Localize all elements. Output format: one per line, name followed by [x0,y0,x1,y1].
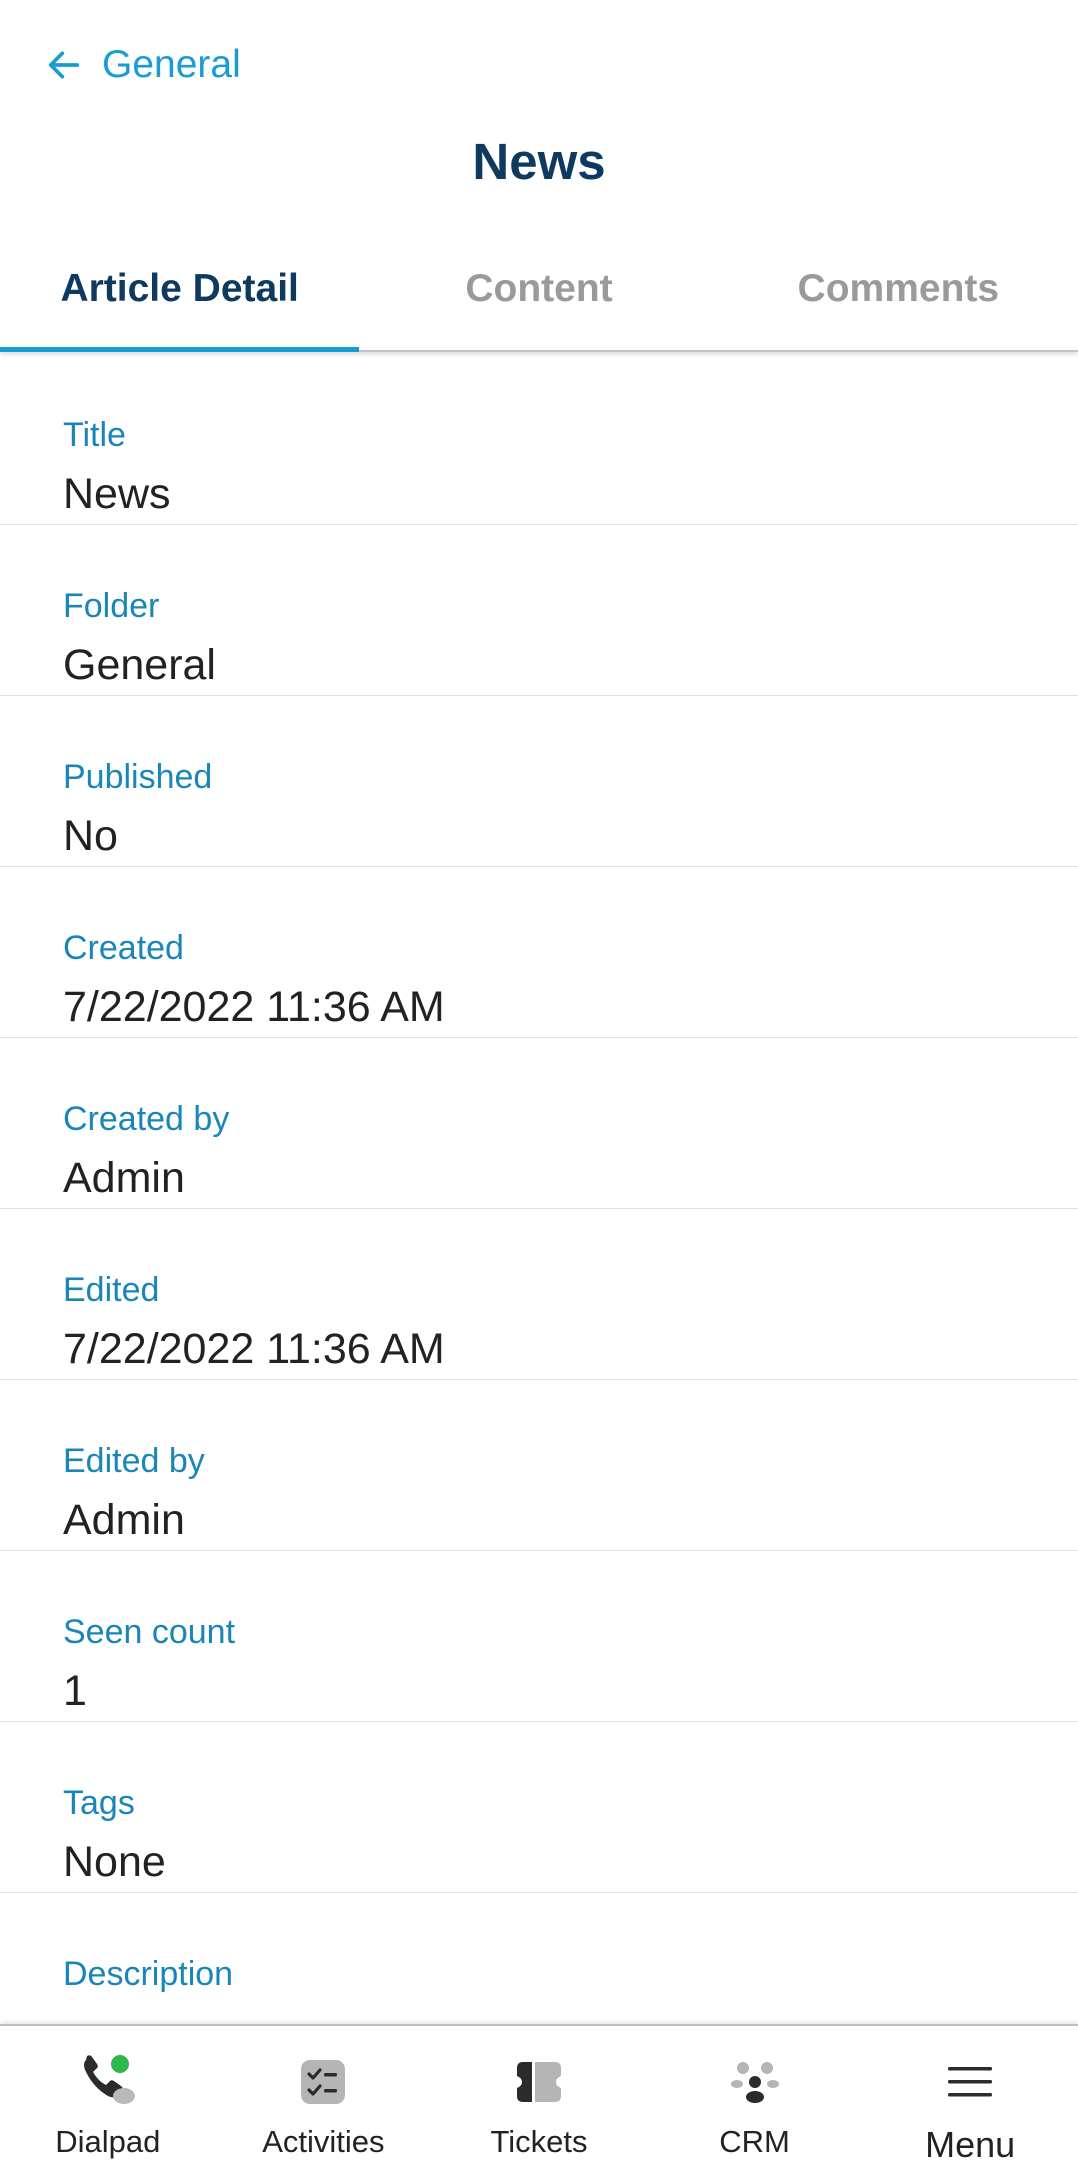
nav-activities[interactable]: Activities [216,2026,432,2169]
bottom-navigation: Dialpad Activities Tickets CRM Menu [0,2024,1078,2169]
back-button[interactable]: General [44,38,241,92]
field-created: Created 7/22/2022 11:36 AM [0,867,1078,1038]
nav-label: Dialpad [55,2124,161,2159]
nav-label: Tickets [490,2124,588,2159]
field-value: Admin [63,1154,185,1202]
nav-label: Activities [262,2124,385,2159]
field-label: Created by [63,1100,230,1138]
field-tags: Tags None [0,1722,1078,1893]
nav-menu[interactable]: Menu [862,2026,1078,2169]
nav-label: CRM [719,2124,790,2159]
hamburger-menu-icon [938,2050,1002,2114]
activities-checklist-icon [291,2050,355,2114]
field-published: Published No [0,696,1078,867]
field-value: 1 [63,1667,87,1715]
back-label: General [102,43,241,86]
field-label: Description [63,1955,234,1993]
nav-label: Menu [925,2124,1016,2165]
field-seen-count: Seen count 1 [0,1551,1078,1722]
field-value: 7/22/2022 11:36 AM [63,983,445,1031]
field-label: Title [63,416,126,454]
field-label: Edited by [63,1442,205,1480]
field-value: General [63,641,216,689]
field-label: Published [63,758,213,796]
field-label: Folder [63,587,160,625]
field-value: None [63,1838,166,1886]
field-value: 7/22/2022 11:36 AM [63,1325,445,1373]
field-list: Title News Folder General Published No C… [0,354,1078,2064]
tab-comments[interactable]: Comments [719,240,1078,350]
field-value: News [63,470,171,518]
field-title: Title News [0,354,1078,525]
field-value: Admin [63,1496,185,1544]
field-label: Edited [63,1271,160,1309]
nav-dialpad[interactable]: Dialpad [0,2026,216,2169]
tickets-icon [507,2050,571,2114]
tab-bar: Article Detail Content Comments [0,240,1078,352]
field-label: Tags [63,1784,135,1822]
field-value: No [63,812,118,860]
page-title: News [472,133,606,190]
field-edited: Edited 7/22/2022 11:36 AM [0,1209,1078,1380]
arrow-left-icon [48,51,80,79]
nav-tickets[interactable]: Tickets [431,2026,647,2169]
nav-crm[interactable]: CRM [647,2026,863,2169]
tab-article-detail[interactable]: Article Detail [0,240,360,352]
tab-content[interactable]: Content [359,240,718,350]
article-detail-screen: General News Article Detail Content Comm… [0,0,1078,2169]
field-label: Seen count [63,1613,236,1651]
crm-people-icon [723,2050,787,2114]
field-edited-by: Edited by Admin [0,1380,1078,1551]
field-label: Created [63,929,184,967]
dialpad-phone-icon [76,2050,140,2114]
field-created-by: Created by Admin [0,1038,1078,1209]
field-folder: Folder General [0,525,1078,696]
